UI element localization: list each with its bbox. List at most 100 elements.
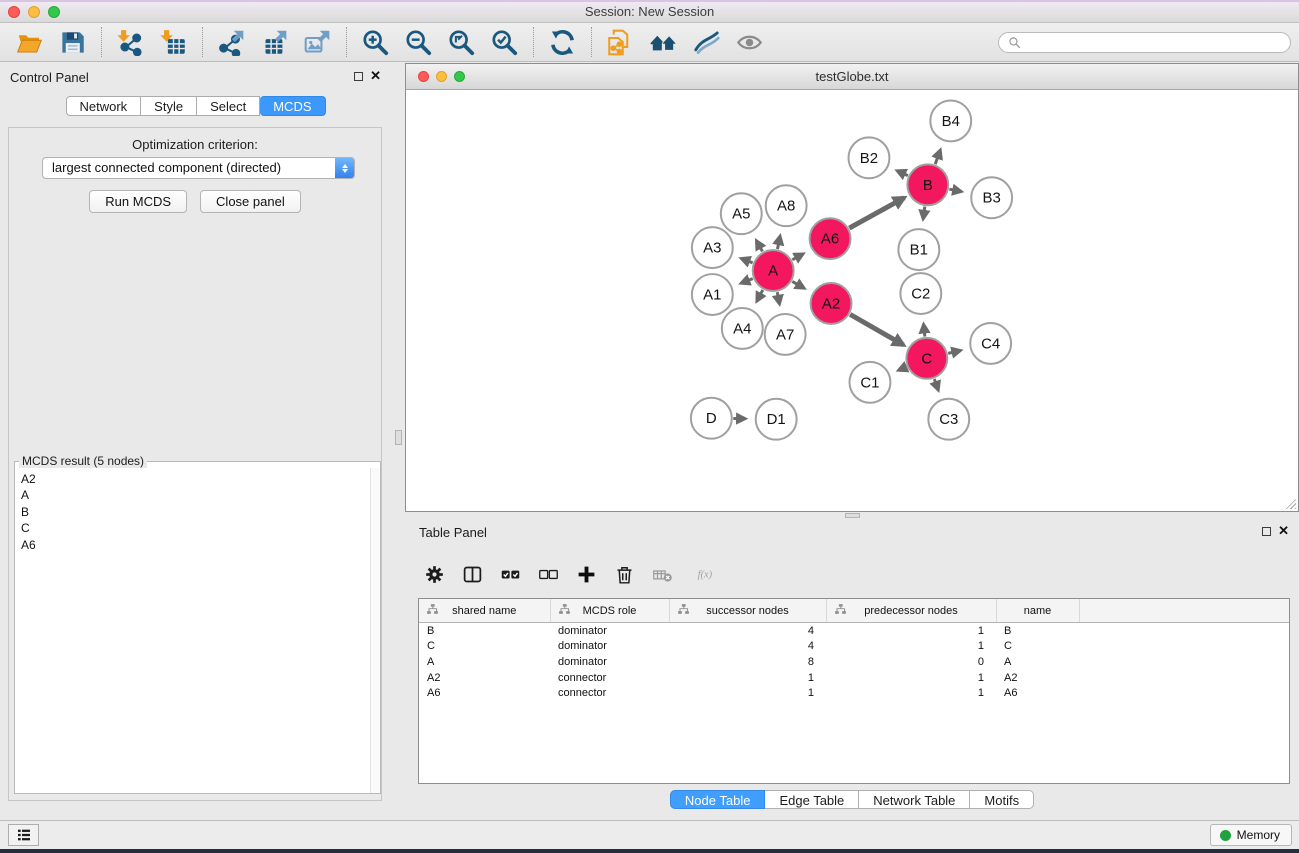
run-mcds-button[interactable]: Run MCDS	[89, 190, 187, 213]
close-traffic-light[interactable]	[8, 6, 20, 18]
table-cell[interactable]: A	[996, 654, 1079, 670]
export-image-button[interactable]	[296, 26, 339, 59]
graph-edge-A-A7[interactable]	[777, 292, 779, 304]
vertical-split-handle[interactable]	[395, 430, 402, 445]
tab-motifs[interactable]: Motifs	[970, 790, 1034, 809]
table-row[interactable]: Cdominator41C	[419, 639, 1289, 655]
column-header-mcds-role[interactable]: MCDS role	[550, 599, 669, 623]
column-header-successor-nodes[interactable]: successor nodes	[669, 599, 826, 623]
table-row[interactable]: A6connector11A6	[419, 685, 1289, 701]
graph-edge-A-A4[interactable]	[757, 290, 763, 301]
table-cell[interactable]: C	[419, 639, 550, 655]
graph-edge-A-A5[interactable]	[756, 241, 762, 252]
graph-edge-A6-B[interactable]	[849, 198, 904, 228]
graph-edge-B-B3[interactable]	[949, 189, 961, 191]
memory-button[interactable]: Memory	[1210, 824, 1292, 846]
close-panel-icon[interactable]: ✕	[370, 68, 381, 84]
network-close-light[interactable]	[418, 71, 429, 82]
graph-edge-A-A6[interactable]	[792, 254, 803, 260]
graph-edge-C-C1[interactable]	[898, 367, 906, 370]
table-row[interactable]: A2connector11A2	[419, 670, 1289, 686]
graph-edge-C-C2[interactable]	[924, 324, 925, 336]
graph-edge-A-A3[interactable]	[741, 258, 752, 262]
table-cell[interactable]: A6	[419, 685, 550, 701]
table-cell[interactable]: B	[419, 623, 550, 639]
table-cell[interactable]: A2	[419, 670, 550, 686]
table-cell[interactable]: 0	[826, 654, 996, 670]
mcds-result-item[interactable]: C	[21, 520, 380, 536]
table-cell[interactable]: A6	[996, 685, 1079, 701]
deselect-all-button[interactable]	[535, 561, 562, 588]
graph-edge-C-C4[interactable]	[948, 350, 960, 353]
delete-row-button[interactable]	[611, 561, 638, 588]
table-cell[interactable]: dominator	[550, 654, 669, 670]
table-cell[interactable]: A	[419, 654, 550, 670]
mcds-result-item[interactable]: A2	[21, 471, 380, 487]
column-layout-button[interactable]	[459, 561, 486, 588]
table-cell[interactable]: 1	[826, 623, 996, 639]
toggle-details-button[interactable]	[685, 26, 728, 59]
tab-network-table[interactable]: Network Table	[859, 790, 970, 809]
graph-edge-A-A8[interactable]	[777, 236, 780, 249]
graph-edge-A2-C[interactable]	[850, 314, 903, 345]
table-cell[interactable]: connector	[550, 685, 669, 701]
mcds-result-item[interactable]: B	[21, 504, 380, 520]
open-file-button[interactable]	[8, 26, 51, 59]
zoom-fit-button[interactable]	[440, 26, 483, 59]
graph-edge-B-B4[interactable]	[935, 150, 940, 164]
search-input[interactable]	[1025, 34, 1281, 50]
table-cell[interactable]: 1	[669, 685, 826, 701]
graph-edge-B-B1[interactable]	[923, 207, 925, 219]
column-header-name[interactable]: name	[996, 599, 1079, 623]
mcds-result-item[interactable]: A6	[21, 537, 380, 553]
show-hide-button[interactable]	[728, 26, 771, 59]
table-cell[interactable]: dominator	[550, 623, 669, 639]
select-all-button[interactable]	[497, 561, 524, 588]
minimize-traffic-light[interactable]	[28, 6, 40, 18]
zoom-traffic-light[interactable]	[48, 6, 60, 18]
criterion-select[interactable]: largest connected component (directed)	[42, 157, 355, 179]
float-panel-icon[interactable]	[354, 72, 363, 81]
table-cell[interactable]: 4	[669, 623, 826, 639]
task-history-button[interactable]	[8, 824, 39, 846]
table-cell[interactable]: 1	[826, 685, 996, 701]
settings-gear-button[interactable]	[421, 561, 448, 588]
zoom-selected-button[interactable]	[483, 26, 526, 59]
table-cell[interactable]: 1	[826, 670, 996, 686]
export-table-button[interactable]	[253, 26, 296, 59]
result-scrollbar[interactable]	[370, 468, 380, 793]
tab-style[interactable]: Style	[141, 96, 197, 116]
network-minimize-light[interactable]	[436, 71, 447, 82]
table-cell[interactable]: dominator	[550, 639, 669, 655]
network-graph[interactable]: B4B2BB3A8A5A6A3B1AC2A1A2A4A7C4CC1DD1C3	[406, 90, 1298, 511]
tab-select[interactable]: Select	[197, 96, 260, 116]
table-cell[interactable]: A2	[996, 670, 1079, 686]
table-float-panel-icon[interactable]	[1262, 527, 1271, 536]
add-row-button[interactable]	[573, 561, 600, 588]
close-panel-button[interactable]: Close panel	[200, 190, 301, 213]
mcds-result-item[interactable]: A	[21, 487, 380, 503]
table-row[interactable]: Bdominator41B	[419, 623, 1289, 639]
table-row[interactable]: Adominator80A	[419, 654, 1289, 670]
graph-edge-C-C3[interactable]	[934, 379, 938, 390]
tab-edge-table[interactable]: Edge Table	[765, 790, 859, 809]
graph-edge-A-A1[interactable]	[741, 279, 753, 284]
table-cell[interactable]: 4	[669, 639, 826, 655]
table-close-panel-icon[interactable]: ✕	[1278, 523, 1289, 539]
table-cell[interactable]: B	[996, 623, 1079, 639]
tab-mcds[interactable]: MCDS	[260, 96, 325, 116]
import-table-button[interactable]	[152, 26, 195, 59]
graph-edge-B-B2[interactable]	[897, 171, 908, 176]
graph-edge-A-A2[interactable]	[792, 281, 804, 288]
import-network-button[interactable]	[109, 26, 152, 59]
zoom-in-button[interactable]	[354, 26, 397, 59]
zoom-out-button[interactable]	[397, 26, 440, 59]
refresh-layout-button[interactable]	[541, 26, 584, 59]
clone-network-button[interactable]	[599, 26, 642, 59]
table-cell[interactable]: 1	[669, 670, 826, 686]
column-header-predecessor-nodes[interactable]: predecessor nodes	[826, 599, 996, 623]
search-field[interactable]	[998, 32, 1291, 53]
table-cell[interactable]: 1	[826, 639, 996, 655]
network-canvas[interactable]: B4B2BB3A8A5A6A3B1AC2A1A2A4A7C4CC1DD1C3	[406, 90, 1298, 511]
save-session-button[interactable]	[51, 26, 94, 59]
